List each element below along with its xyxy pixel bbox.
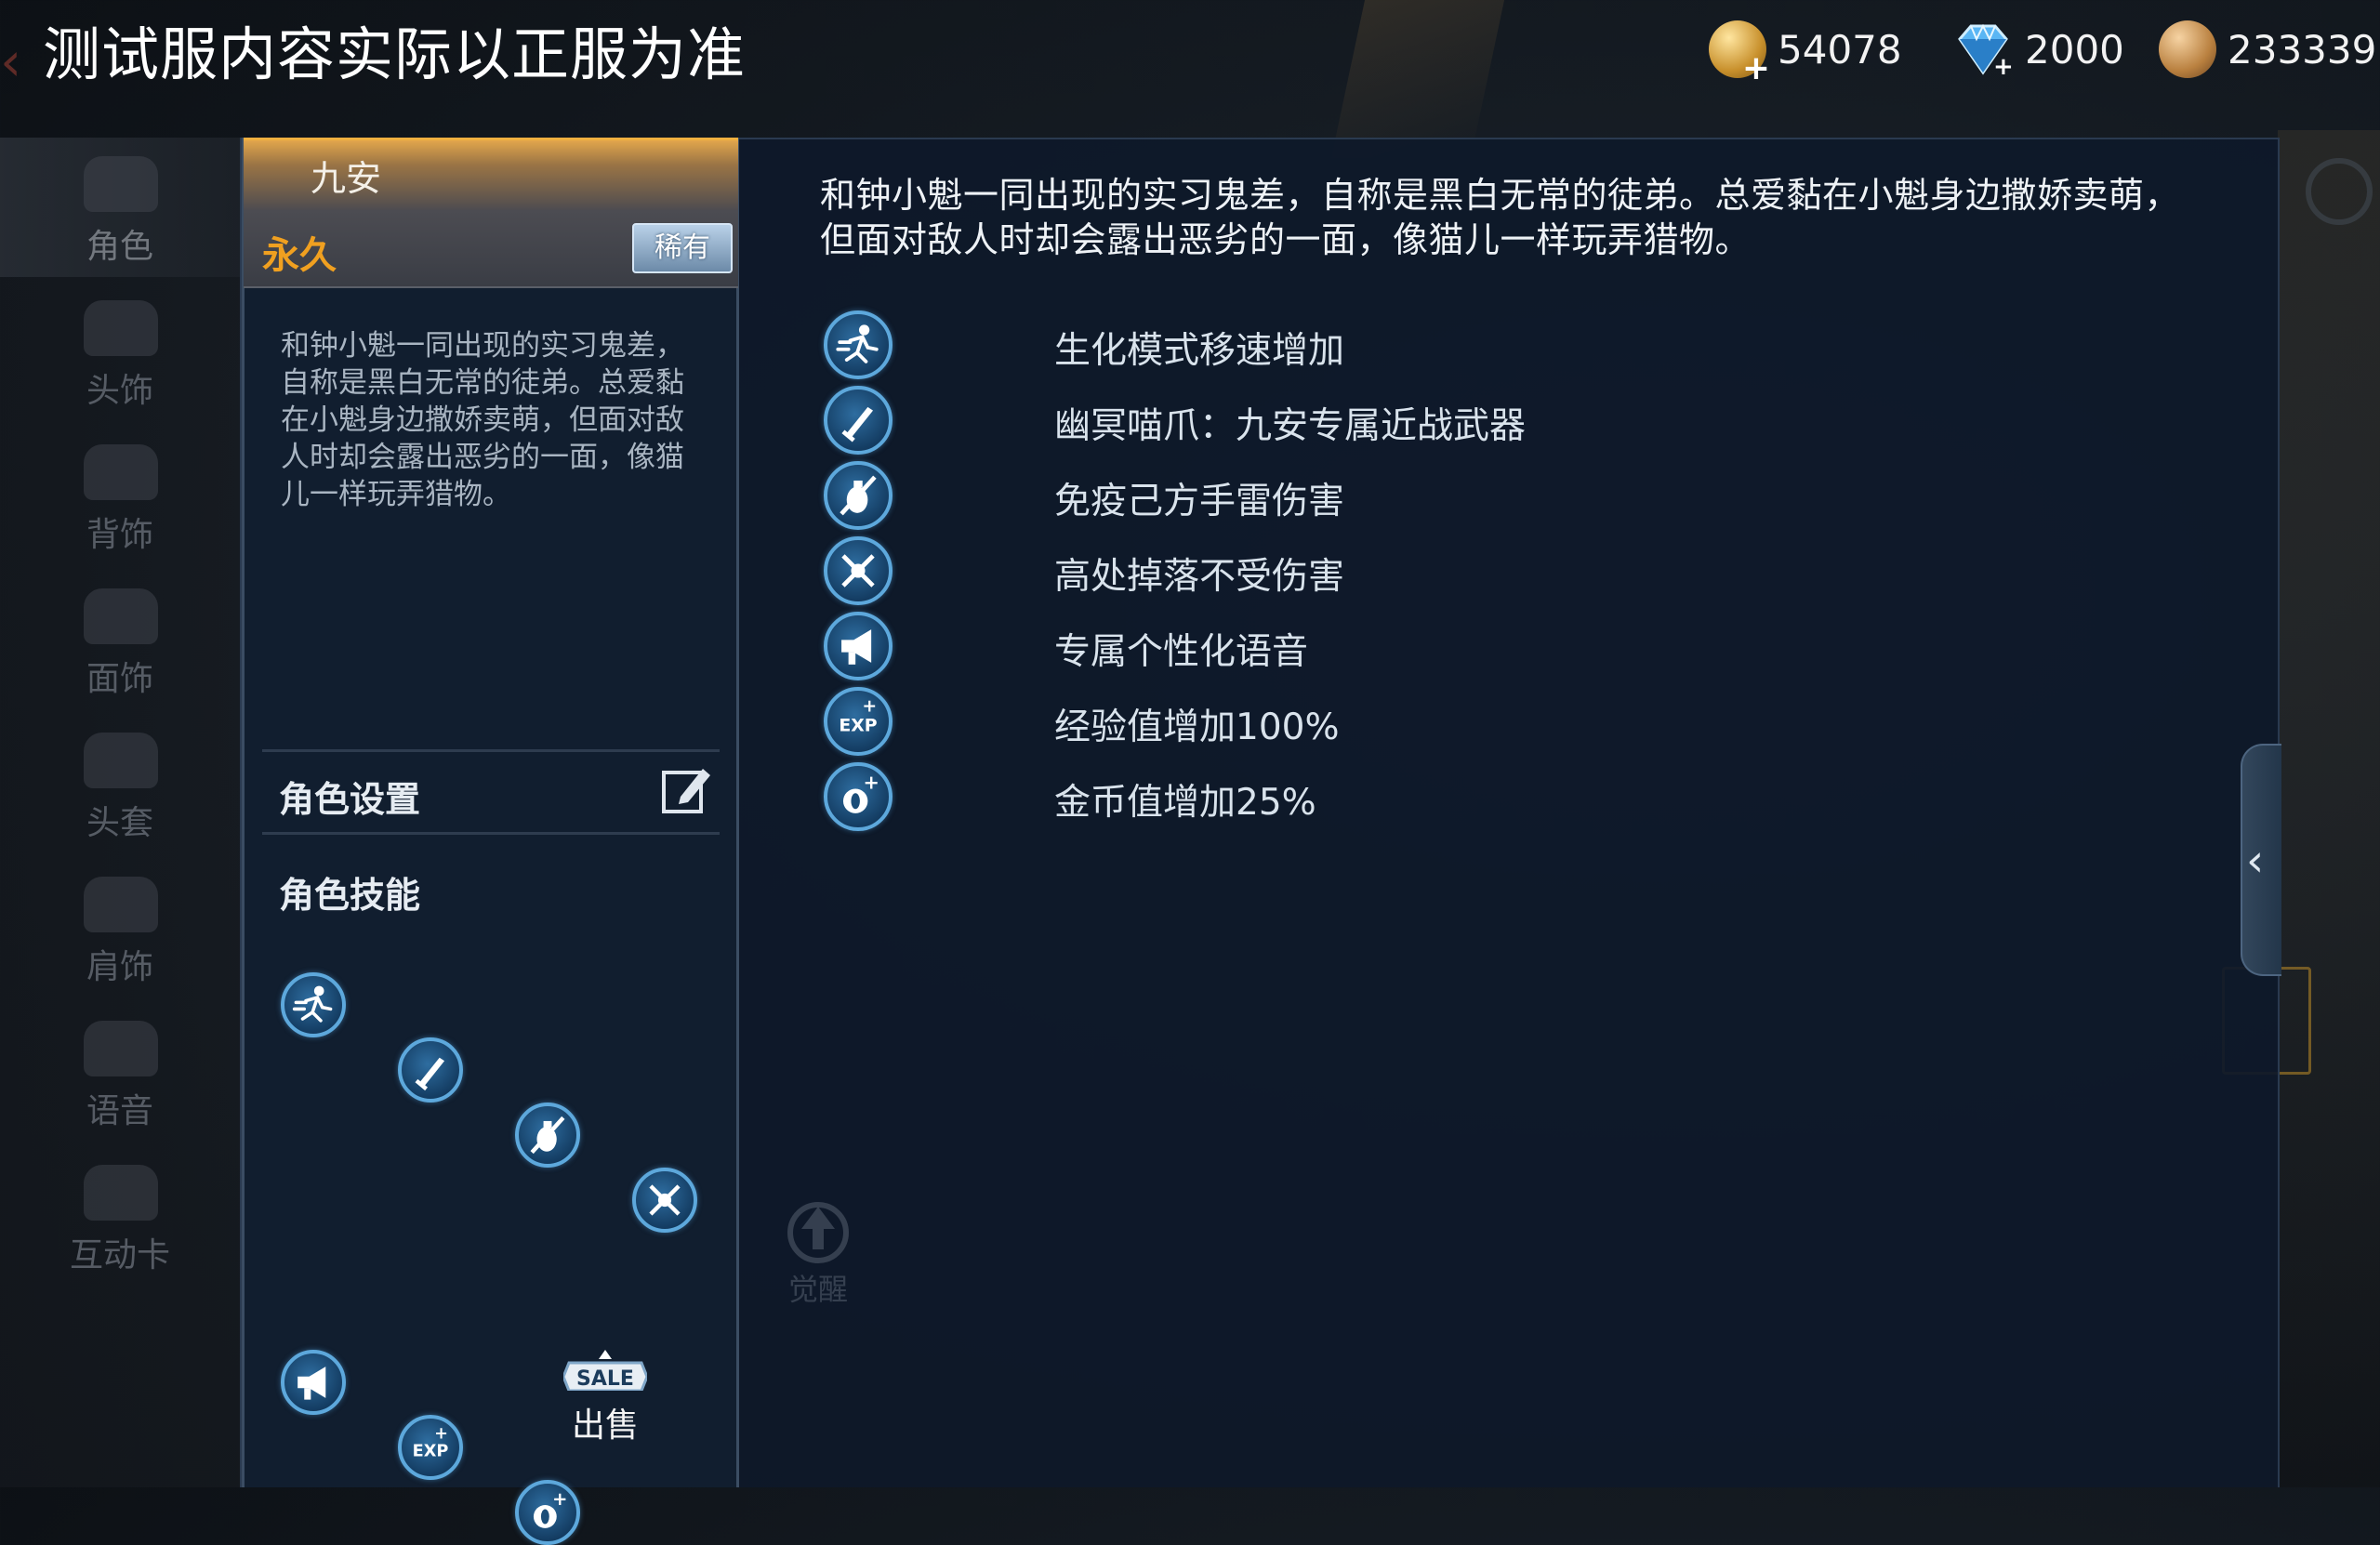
token-value: 233339	[2228, 26, 2377, 73]
sidebar-item-headwear[interactable]: 头饰	[0, 282, 240, 421]
rarity-badge: 稀有	[632, 223, 733, 273]
fall-immune-icon	[824, 536, 892, 605]
back-arrow-icon[interactable]: ‹	[0, 33, 28, 89]
background-scenery	[2278, 130, 2380, 1487]
skill-text: 免疫己方手雷伤害	[1054, 481, 1345, 522]
sell-label: 出售	[571, 1406, 639, 1445]
sidebar-item-label: 互动卡	[69, 1236, 170, 1274]
diamond-value: 2000	[2025, 26, 2124, 73]
diamond-icon: +	[1952, 20, 2014, 81]
background-circle	[2306, 158, 2373, 225]
sidebar-item-label: 头饰	[86, 372, 153, 410]
sidebar-item-hood[interactable]: 头套	[0, 714, 240, 853]
coin-boost-icon: +	[824, 762, 892, 831]
knife-icon	[824, 386, 892, 455]
test-server-notice: 测试服内容实际以正服为准	[43, 20, 747, 88]
background-figure	[1330, 0, 1505, 158]
svg-text:+: +	[1993, 53, 2014, 78]
sidebar-item-label: 角色	[86, 228, 153, 266]
running-icon	[824, 310, 892, 379]
sale-sign-text: SALE	[576, 1367, 634, 1391]
back-accessory-icon	[84, 444, 158, 500]
character-description-short: 和钟小魁一同出现的实习鬼差，自称是黑白无常的徒弟。总爱黏在小魁身边撒娇卖萌，但面…	[281, 329, 684, 511]
face-accessory-icon	[84, 588, 158, 644]
skill-row: 高处掉落不受伤害	[824, 536, 1939, 605]
svg-text:+: +	[552, 1488, 567, 1510]
exp-boost-icon: EXP +	[824, 687, 892, 756]
awaken-button[interactable]: 觉醒	[772, 1194, 865, 1307]
skill-row: 专属个性化语音	[824, 612, 1939, 680]
category-sidebar: 角色 头饰 背饰 面饰 头套 肩饰 语音 互动卡	[0, 138, 240, 1487]
svg-text:+: +	[863, 772, 879, 794]
sidebar-item-label: 肩饰	[86, 948, 153, 986]
sale-sign-icon: SALE	[563, 1350, 647, 1391]
skill-row: 幽冥喵爪：九安专属近战武器	[824, 386, 1939, 455]
sell-button[interactable]: SALE 出售	[554, 1342, 656, 1454]
skill-row: EXP + 经验值增加100%	[824, 687, 1939, 756]
sidebar-item-label: 语音	[86, 1092, 153, 1130]
character-description-full: 和钟小魁一同出现的实习鬼差，自称是黑白无常的徒弟。总爱黏在小魁身边撒娇卖萌，但面…	[820, 175, 2181, 260]
skill-text: 金币值增加25%	[1054, 782, 1316, 824]
skill-row: 生化模式移速增加	[824, 310, 1939, 379]
token-coin-icon	[2159, 20, 2216, 78]
character-settings-row[interactable]: 角色设置	[262, 749, 720, 835]
svg-text:EXP: EXP	[413, 1443, 449, 1461]
headwear-icon	[84, 300, 158, 356]
interaction-card-icon	[84, 1165, 158, 1221]
hood-icon	[84, 733, 158, 788]
skill-text: 生化模式移速增加	[1054, 330, 1345, 372]
sidebar-item-interaction-card[interactable]: 互动卡	[0, 1146, 240, 1286]
fall-immune-icon[interactable]	[632, 1168, 697, 1233]
svg-text:+: +	[862, 697, 877, 717]
character-skills-label: 角色技能	[279, 875, 421, 916]
gold-currency: 54078	[1709, 17, 1902, 87]
megaphone-icon	[824, 612, 892, 680]
gold-coin-icon	[1709, 20, 1770, 87]
gold-value: 54078	[1778, 26, 1902, 73]
skill-text: 专属个性化语音	[1054, 631, 1309, 673]
grenade-immune-icon	[824, 461, 892, 530]
shoulder-accessory-icon	[84, 877, 158, 932]
svg-text:EXP: EXP	[839, 716, 877, 735]
voice-icon	[84, 1021, 158, 1076]
chevron-left-icon: ‹	[2246, 835, 2265, 887]
character-name: 九安	[311, 158, 382, 199]
sidebar-item-character[interactable]: 角色	[0, 138, 240, 277]
collapse-panel-tab[interactable]: ‹	[2241, 744, 2281, 976]
skill-row: + 金币值增加25%	[824, 762, 1939, 831]
svg-text:+: +	[434, 1424, 448, 1443]
token-currency: 233339	[2159, 17, 2376, 82]
running-icon[interactable]	[281, 972, 346, 1037]
character-settings-label: 角色设置	[279, 779, 421, 820]
grenade-immune-icon[interactable]	[515, 1103, 580, 1168]
awaken-icon	[787, 1202, 849, 1263]
skill-text: 经验值增加100%	[1054, 706, 1340, 748]
sidebar-item-label: 背饰	[86, 516, 153, 554]
diamond-currency: + 2000	[1952, 17, 2124, 82]
coin-boost-icon[interactable]: +	[515, 1480, 580, 1545]
megaphone-icon[interactable]	[281, 1350, 346, 1415]
skill-text: 高处掉落不受伤害	[1054, 556, 1345, 598]
sidebar-item-face-accessory[interactable]: 面饰	[0, 570, 240, 709]
skill-row: 免疫己方手雷伤害	[824, 461, 1939, 530]
awaken-label: 觉醒	[787, 1272, 848, 1307]
knife-icon[interactable]	[398, 1037, 463, 1103]
character-name-bar: 九安	[244, 138, 738, 210]
sidebar-item-voice[interactable]: 语音	[0, 1002, 240, 1142]
sidebar-item-label: 头套	[86, 804, 153, 842]
character-icon	[84, 156, 158, 212]
sidebar-item-label: 面饰	[86, 660, 153, 698]
edit-icon[interactable]	[660, 763, 714, 817]
sidebar-item-shoulder-accessory[interactable]: 肩饰	[0, 858, 240, 997]
duration-label: 永久	[262, 234, 337, 277]
sidebar-item-back-accessory[interactable]: 背饰	[0, 426, 240, 565]
exp-boost-icon[interactable]: EXP +	[398, 1415, 463, 1480]
duration-bar: 永久 稀有	[244, 210, 738, 288]
skill-text: 幽冥喵爪：九安专属近战武器	[1054, 405, 1527, 447]
